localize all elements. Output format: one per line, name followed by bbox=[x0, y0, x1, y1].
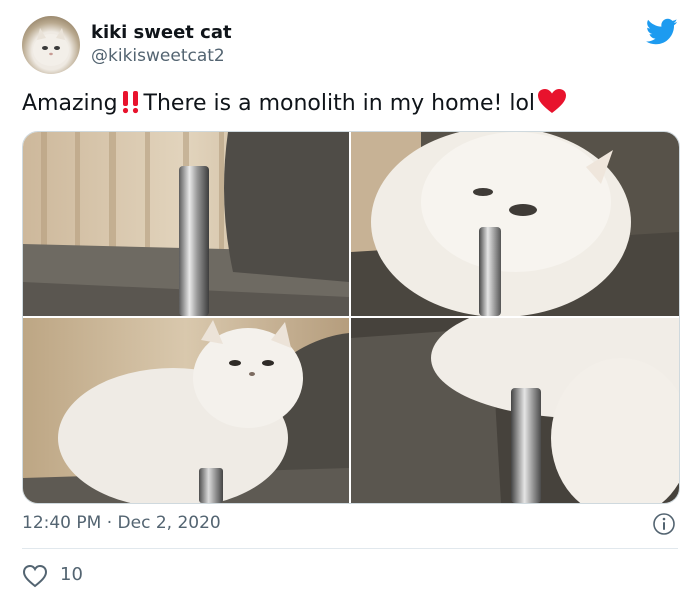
author-handle[interactable]: @kikisweetcat2 bbox=[91, 45, 225, 67]
red-heart-emoji bbox=[537, 88, 567, 123]
double-exclamation-emoji bbox=[120, 90, 142, 123]
avatar[interactable] bbox=[22, 16, 80, 74]
heart-outline-icon[interactable] bbox=[22, 564, 48, 588]
cat-photo-4[interactable] bbox=[351, 318, 679, 503]
tweet-time: 12:40 PM bbox=[22, 513, 102, 533]
bird-logo-icon[interactable] bbox=[646, 18, 678, 46]
cat-photo-2[interactable] bbox=[351, 132, 679, 316]
cat-photo-1[interactable] bbox=[23, 132, 349, 316]
tweet-text-part-2: There is a monolith in my home! lol bbox=[143, 91, 536, 116]
tweet-text: Amazing There is a monolith in my home! … bbox=[22, 88, 569, 123]
tweet-timestamp[interactable]: 12:40 PM · Dec 2, 2020 bbox=[22, 511, 221, 535]
like-count: 10 bbox=[60, 564, 83, 585]
cat-photo-3[interactable] bbox=[23, 318, 349, 503]
author-display-name[interactable]: kiki sweet cat bbox=[91, 22, 232, 44]
divider bbox=[22, 548, 678, 549]
tweet-date: Dec 2, 2020 bbox=[117, 513, 221, 533]
tweet-text-part-1: Amazing bbox=[22, 91, 118, 116]
media-grid bbox=[22, 131, 680, 504]
tweet-card: kiki sweet cat @kikisweetcat2 Amazing Th… bbox=[0, 0, 700, 603]
info-icon[interactable] bbox=[652, 512, 676, 536]
timestamp-separator: · bbox=[106, 513, 113, 533]
